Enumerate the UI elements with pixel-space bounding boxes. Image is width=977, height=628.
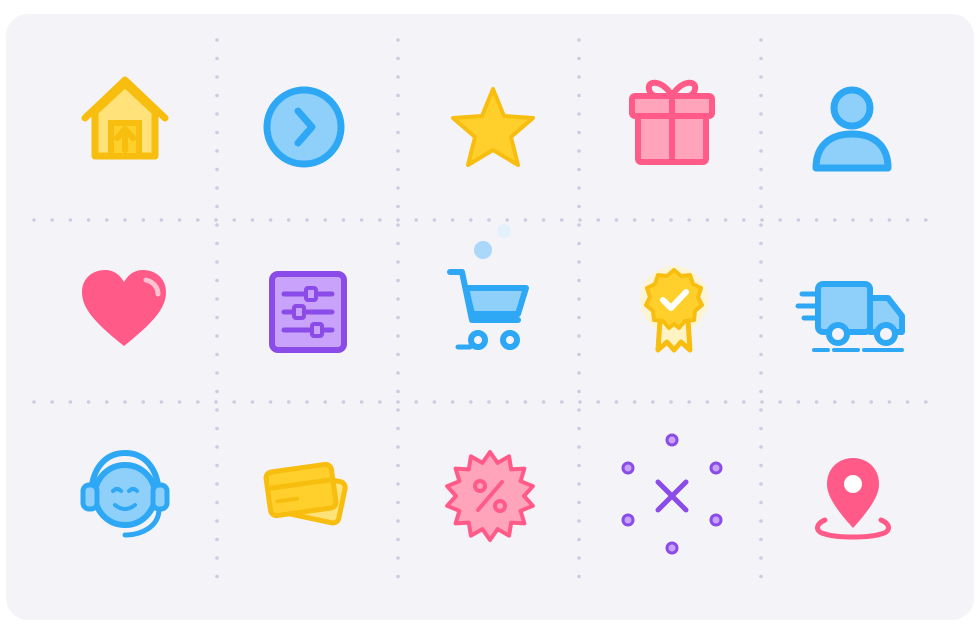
customer-support-icon[interactable] [75, 445, 175, 545]
heart-icon[interactable] [74, 260, 174, 360]
settings-sliders-icon[interactable] [258, 262, 358, 362]
bubble-decoration [474, 241, 492, 259]
gift-icon[interactable] [622, 72, 722, 172]
credit-cards-icon[interactable] [256, 442, 356, 542]
discount-percent-icon[interactable] [440, 446, 540, 546]
star-icon[interactable] [443, 79, 543, 179]
delivery-truck-icon[interactable] [795, 262, 905, 362]
home-upload-icon[interactable] [75, 68, 175, 168]
bubble-decoration [497, 224, 511, 238]
arrow-right-circle-icon[interactable] [254, 77, 354, 177]
location-pin-icon[interactable] [803, 448, 903, 548]
close-sparkle-icon[interactable] [621, 433, 723, 555]
shopping-cart-icon[interactable] [440, 258, 540, 358]
award-badge-icon[interactable] [624, 258, 724, 358]
user-icon[interactable] [802, 78, 902, 178]
